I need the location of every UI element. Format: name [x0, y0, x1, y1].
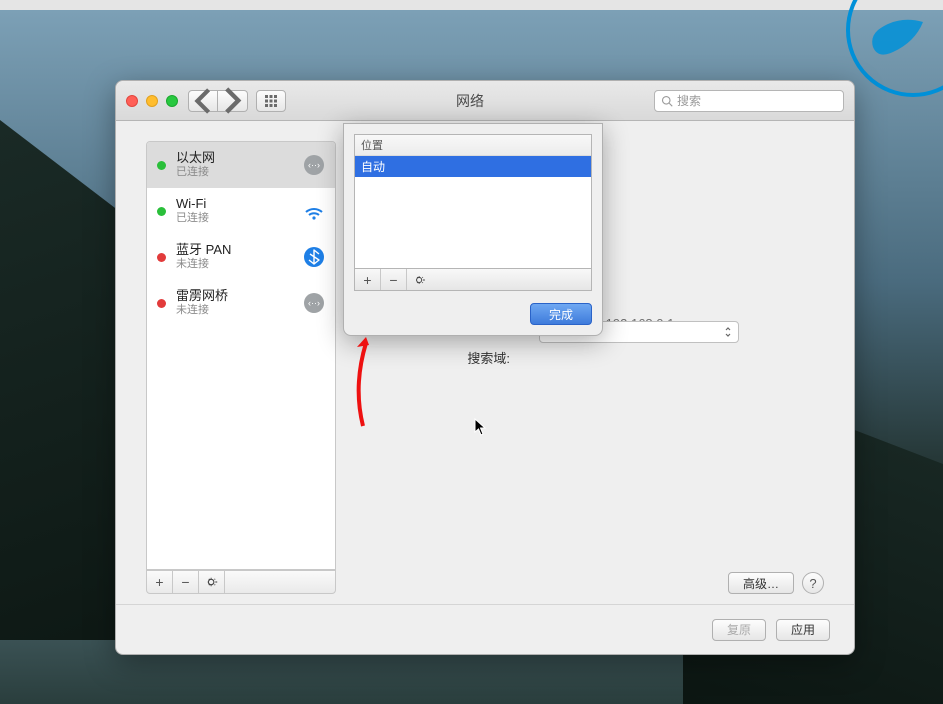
locations-sheet: 位置 自动 + − 完成 — [343, 123, 603, 336]
status-dot-icon — [157, 161, 166, 170]
iface-name: 雷雳网桥 — [176, 288, 293, 304]
iface-name: 蓝牙 PAN — [176, 242, 293, 258]
locations-list[interactable]: 位置 自动 — [354, 134, 592, 269]
apply-button[interactable]: 应用 — [776, 619, 830, 641]
forward-button[interactable] — [218, 90, 248, 112]
iface-status: 已连接 — [176, 166, 293, 180]
content-area: 以太网 已连接 ‹··› Wi-Fi 已连接 — [116, 121, 854, 604]
iface-status: 未连接 — [176, 258, 293, 272]
location-action-menu[interactable] — [407, 269, 433, 290]
search-icon — [661, 95, 673, 107]
iface-wifi[interactable]: Wi-Fi 已连接 — [147, 188, 335, 234]
wifi-icon — [303, 200, 325, 222]
sidebar-toolbar: + − — [146, 570, 336, 594]
locations-header: 位置 — [355, 135, 591, 156]
interface-list: 以太网 已连接 ‹··› Wi-Fi 已连接 — [146, 141, 336, 570]
iface-bluetooth-pan[interactable]: 蓝牙 PAN 未连接 — [147, 234, 335, 280]
titlebar: 网络 搜索 — [116, 81, 854, 121]
search-placeholder: 搜索 — [677, 92, 701, 109]
top-strip — [0, 0, 943, 10]
add-location-button[interactable]: + — [355, 269, 381, 290]
action-menu-button[interactable] — [199, 571, 225, 593]
back-button[interactable] — [188, 90, 218, 112]
gear-icon — [206, 576, 218, 588]
status-dot-icon — [157, 253, 166, 262]
search-field[interactable]: 搜索 — [654, 90, 844, 112]
searchdomain-label: 搜索域: — [354, 348, 524, 367]
add-interface-button[interactable]: + — [147, 571, 173, 593]
status-dot-icon — [157, 207, 166, 216]
traffic-lights — [126, 95, 178, 107]
iface-thunderbolt-bridge[interactable]: 雷雳网桥 未连接 ‹··› — [147, 280, 335, 326]
zoom-light[interactable] — [166, 95, 178, 107]
iface-name: Wi-Fi — [176, 196, 293, 212]
thunderbolt-icon: ‹··› — [303, 292, 325, 314]
remove-interface-button[interactable]: − — [173, 571, 199, 593]
location-item-auto[interactable]: 自动 — [355, 156, 591, 177]
network-prefs-window: 网络 搜索 以太网 已连接 ‹··› — [115, 80, 855, 655]
status-dot-icon — [157, 299, 166, 308]
window-title: 网络 — [286, 91, 654, 111]
row-searchdomain: 搜索域: — [354, 348, 824, 367]
revert-button[interactable]: 复原 — [712, 619, 766, 641]
iface-name: 以太网 — [176, 150, 293, 166]
interface-sidebar: 以太网 已连接 ‹··› Wi-Fi 已连接 — [146, 141, 336, 594]
iface-status: 未连接 — [176, 304, 293, 318]
iface-ethernet[interactable]: 以太网 已连接 ‹··› — [147, 142, 335, 188]
locations-toolbar: + − — [354, 269, 592, 291]
done-button[interactable]: 完成 — [530, 303, 592, 325]
svg-text:‹··›: ‹··› — [308, 298, 320, 308]
remove-location-button[interactable]: − — [381, 269, 407, 290]
help-button[interactable]: ? — [802, 572, 824, 594]
iface-status: 已连接 — [176, 212, 293, 226]
bluetooth-icon — [303, 246, 325, 268]
close-light[interactable] — [126, 95, 138, 107]
svg-text:‹··›: ‹··› — [308, 160, 320, 170]
ethernet-icon: ‹··› — [303, 154, 325, 176]
show-all-button[interactable] — [256, 90, 286, 112]
advanced-button[interactable]: 高级… — [728, 572, 794, 594]
window-footer: 复原 应用 — [116, 604, 854, 654]
updown-icon — [724, 326, 732, 338]
gear-icon — [414, 274, 426, 286]
minimize-light[interactable] — [146, 95, 158, 107]
nav-buttons — [188, 90, 248, 112]
